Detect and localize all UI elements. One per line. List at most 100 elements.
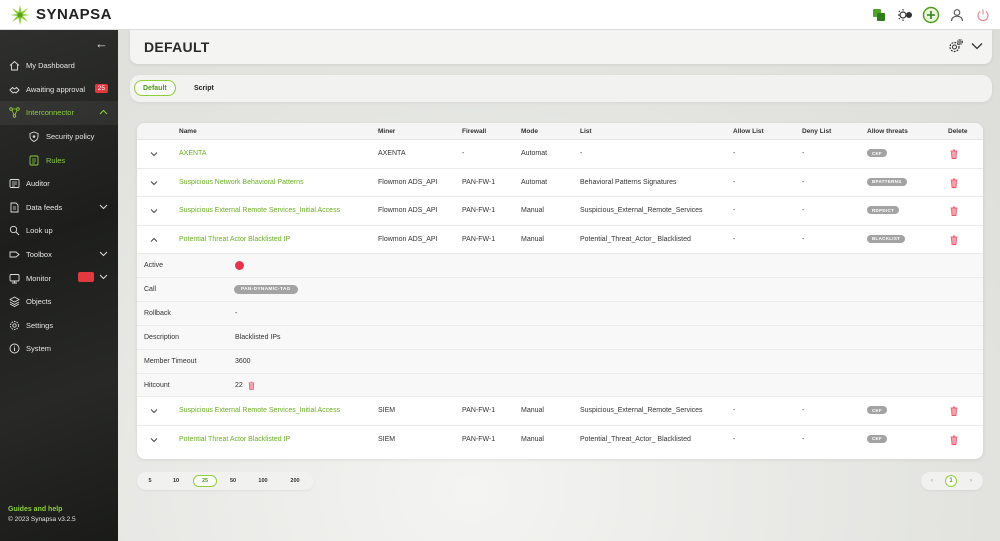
column-header-mode[interactable]: Mode [521,128,538,135]
sidebar-item-interconnector[interactable]: Interconnector [0,101,118,125]
active-status-indicator[interactable] [235,261,244,270]
page-size-option-active[interactable]: 25 [193,475,217,487]
column-header-miner[interactable]: Miner [378,128,395,135]
tab-script[interactable]: Script [186,80,222,96]
table-row-expanded[interactable]: Potential Threat Actor Blacklisted IP Fl… [137,226,983,254]
rule-name-link[interactable]: AXENTA [179,150,207,157]
table-row[interactable]: AXENTA AXENTA - Automat - - - CEF [137,140,983,169]
detail-label: Rollback [144,310,171,317]
rule-firewall: PAN-FW-1 [462,178,496,186]
chevron-down-icon [99,273,108,282]
reset-hitcount-trash-icon[interactable] [248,381,255,390]
rule-name-link[interactable]: Potential Threat Actor Blacklisted IP [179,236,290,243]
add-icon[interactable] [922,6,940,24]
gear-icon [8,319,20,331]
column-header-name[interactable]: Name [179,128,197,135]
rules-table: Name Miner Firewall Mode List Allow List… [137,123,983,459]
chevron-down-icon[interactable] [150,179,158,187]
rule-mode: Automat [521,178,548,186]
home-icon [8,60,20,72]
rule-miner: AXENTA [378,150,406,157]
rule-name-link[interactable]: Suspicious Network Behavioral Patterns [179,179,304,186]
trash-icon[interactable] [950,206,958,216]
detail-label: Call [144,286,157,293]
power-icon[interactable] [974,6,992,24]
trash-icon[interactable] [950,235,958,245]
logo[interactable]: SYNAPSA [8,3,112,27]
column-header-allow-threats[interactable]: Allow threats [867,128,908,135]
trash-icon[interactable] [950,406,958,416]
sidebar-item-awaiting-approval[interactable]: Awaiting approval 25 [0,78,118,102]
chevron-down-icon[interactable] [150,407,158,415]
sidebar-item-objects[interactable]: Objects [0,290,118,314]
info-icon [8,343,20,355]
rule-firewall: - [462,150,465,157]
page-size-option[interactable]: 5 [143,475,157,487]
table-row[interactable]: Potential Threat Actor Blacklisted IP SI… [137,426,983,455]
rule-miner: SIEM [378,435,396,443]
sidebar-item-look-up[interactable]: Look up [0,219,118,243]
table-row[interactable]: Suspicious External Remote Services_Init… [137,197,983,226]
sidebar-item-toolbox[interactable]: Toolbox [0,243,118,267]
page-size-option[interactable]: 50 [225,475,241,487]
sidebar-item-auditor[interactable]: Auditor [0,172,118,196]
sidebar-item-dashboard[interactable]: My Dashboard [0,54,118,78]
column-header-list[interactable]: List [580,128,592,135]
rule-list: Behavioral Patterns Signatures [580,178,677,186]
tab-default[interactable]: Default [134,80,176,96]
table-row[interactable]: Suspicious External Remote Services_Init… [137,397,983,426]
rule-name-link[interactable]: Suspicious External Remote Services_Init… [179,207,340,214]
collapse-sidebar-icon[interactable]: ← [95,36,108,51]
prev-page-button[interactable]: ‹ [926,475,938,487]
rule-name-link[interactable]: Suspicious External Remote Services_Init… [179,407,340,414]
chevron-down-icon[interactable] [970,41,984,53]
detail-value: - [235,310,238,317]
theme-toggle-icon[interactable] [896,6,914,24]
copyright-text: © 2023 Synapsa v3.2.5 [8,516,76,523]
sidebar-item-label: Rules [46,155,66,165]
sidebar-item-security-policy[interactable]: Security policy [0,125,118,149]
rule-deny-list: - [802,150,805,157]
sidebar-item-monitor[interactable]: Monitor [0,266,118,290]
trash-icon[interactable] [950,435,958,445]
column-header-firewall[interactable]: Firewall [462,128,486,135]
page-size-option[interactable]: 200 [285,475,305,487]
approval-count-badge: 25 [94,83,108,93]
guides-help-link[interactable]: Guides and help [8,506,76,513]
sidebar-item-rules[interactable]: Rules [0,148,118,172]
sidebar-item-system[interactable]: System [0,337,118,361]
pagination: ‹ 1 › [921,472,983,490]
column-header-deny-list[interactable]: Deny List [802,128,831,135]
chevron-down-icon[interactable] [150,436,158,444]
gears-icon[interactable] [948,38,964,56]
rule-name-link[interactable]: Potential Threat Actor Blacklisted IP [179,436,290,443]
sidebar-item-label: Settings [26,320,54,330]
next-page-button[interactable]: › [965,475,977,487]
auditor-icon [8,178,20,190]
data-feed-icon [8,201,20,213]
column-header-allow-list[interactable]: Allow List [733,128,764,135]
trash-icon[interactable] [950,178,958,188]
detail-label: Active [144,262,164,269]
rule-list: Suspicious_External_Remote_Services [580,207,703,214]
detail-row-member-timeout: Member Timeout 3600 [137,350,983,374]
detail-row-call: Call PAN-DYNAMIC-TAG [137,278,983,302]
rule-allow-list: - [733,235,736,243]
table-row[interactable]: Suspicious Network Behavioral Patterns F… [137,169,983,197]
user-icon[interactable] [948,6,966,24]
page-size-option[interactable]: 100 [253,475,273,487]
search-icon [8,225,20,237]
page-number-button[interactable]: 1 [945,475,957,487]
sidebar-item-settings[interactable]: Settings [0,314,118,338]
monitor-icon [8,272,20,284]
trash-icon[interactable] [950,149,958,159]
copy-icon[interactable] [870,6,888,24]
sidebar-item-data-feeds[interactable]: Data feeds [0,196,118,220]
page-size-selector: 5 10 25 50 100 200 [137,472,314,490]
chevron-down-icon[interactable] [150,207,158,215]
chevron-down-icon[interactable] [150,150,158,158]
handshake-icon [8,83,20,95]
chevron-up-icon[interactable] [150,236,158,244]
monitor-alert-badge [78,272,94,283]
page-size-option[interactable]: 10 [168,475,184,487]
